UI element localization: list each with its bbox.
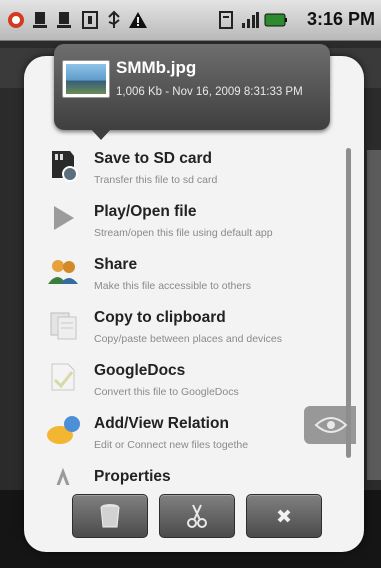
play-icon: [54, 206, 74, 230]
menu-item-subtitle: Copy/paste between places and devices: [94, 333, 282, 345]
sd-card-icon: [52, 151, 78, 182]
menu-item-title: Play/Open file: [94, 203, 197, 220]
menu-item-subtitle: Edit or Connect new files togethe: [94, 439, 249, 451]
menu-item-title: Add/View Relation: [94, 415, 229, 432]
background-edge: [367, 150, 381, 480]
google-docs-icon: [51, 363, 75, 391]
file-meta: 1,006 Kb - Nov 16, 2009 8:31:33 PM: [116, 86, 303, 98]
notification-icon[interactable]: [6, 10, 26, 30]
menu-item-title: GoogleDocs: [94, 362, 186, 379]
clipboard-icon: [50, 312, 77, 340]
storage-icon: [219, 11, 233, 29]
status-bar: 3:16 PM: [0, 0, 381, 41]
close-icon: [277, 509, 291, 523]
file-info-header: SMMb.jpg 1,006 Kb - Nov 16, 2009 8:31:33…: [54, 44, 330, 130]
close-button[interactable]: [246, 494, 322, 538]
clock: 3:16 PM: [306, 9, 375, 29]
warning-icon: [129, 12, 147, 28]
battery-icon: [264, 13, 287, 27]
menu-item-subtitle: Make this file accessible to others: [94, 280, 251, 292]
file-name: SMMb.jpg: [116, 58, 197, 77]
relation-icon: [47, 416, 80, 444]
menu-item-properties[interactable]: Properties: [40, 458, 340, 485]
menu-item-googledocs[interactable]: GoogleDocs Convert this file to GoogleDo…: [40, 352, 340, 404]
menu-item-title: Save to SD card: [94, 150, 213, 167]
signal-icon: [242, 12, 259, 28]
delete-button[interactable]: [72, 494, 148, 538]
view-badge[interactable]: [304, 406, 356, 444]
menu-item-subtitle: Convert this file to GoogleDocs: [94, 386, 239, 398]
menu-item-subtitle: Transfer this file to sd card: [94, 174, 218, 186]
header-pointer: [90, 128, 112, 140]
file-thumbnail: [62, 60, 110, 98]
menu-item-subtitle: Stream/open this file using default app: [94, 227, 273, 239]
menu-item-add-view-relation[interactable]: Add/View Relation Edit or Connect new fi…: [40, 405, 340, 457]
menu-item-title: Copy to clipboard: [94, 309, 226, 326]
menu-item-share[interactable]: Share Make this file accessible to other…: [40, 246, 340, 298]
properties-icon: [56, 467, 70, 485]
share-people-icon: [48, 260, 78, 284]
usb-connected-icon: [108, 10, 120, 28]
usb-debug-icon: [33, 12, 47, 28]
menu-item-title: Properties: [94, 468, 171, 485]
cut-icon: [187, 504, 207, 528]
sim-slot-icon: [82, 11, 98, 29]
menu-item-play-open[interactable]: Play/Open file Stream/open this file usi…: [40, 193, 340, 245]
cut-button[interactable]: [159, 494, 235, 538]
menu-item-save-to-sd[interactable]: Save to SD card Transfer this file to sd…: [40, 140, 340, 192]
menu-item-title: Share: [94, 256, 138, 273]
usb-debug-icon: [57, 12, 71, 28]
delete-icon: [100, 504, 120, 528]
menu-item-copy-clipboard[interactable]: Copy to clipboard Copy/paste between pla…: [40, 299, 340, 351]
eye-icon: [314, 417, 348, 433]
